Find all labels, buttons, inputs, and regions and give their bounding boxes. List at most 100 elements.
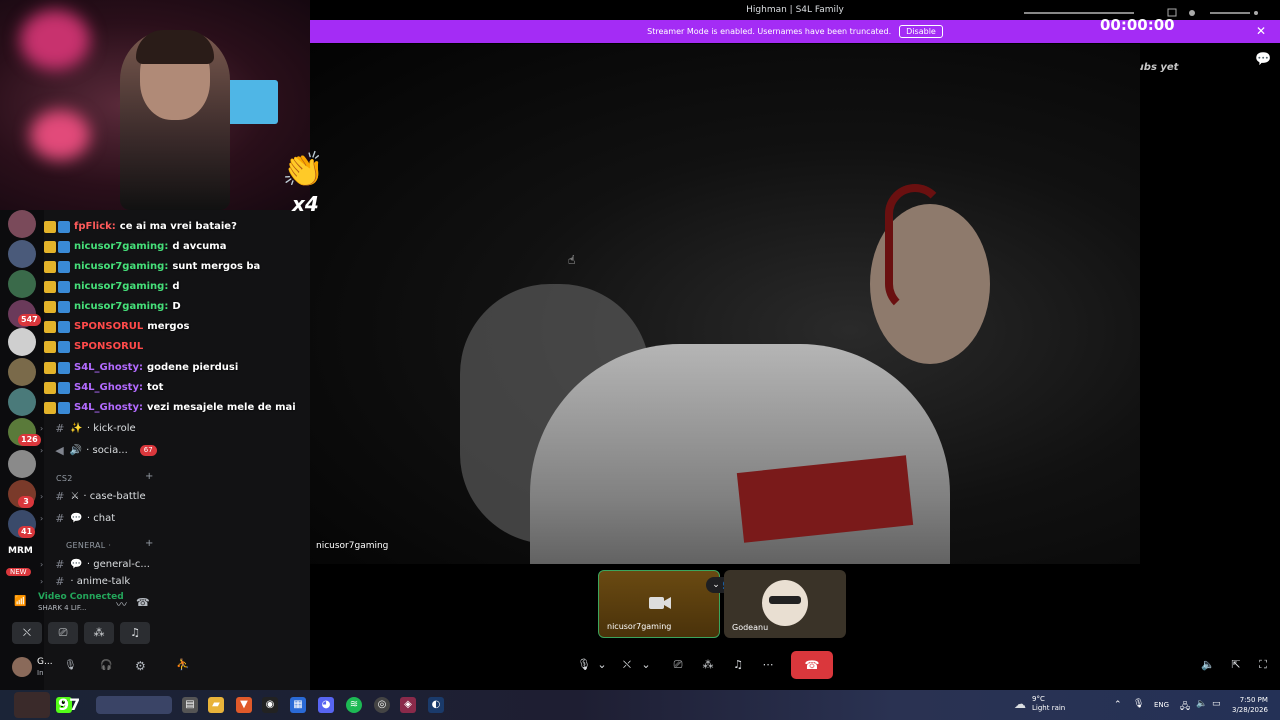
add-channel-icon[interactable]: + [145, 538, 153, 549]
brave-icon[interactable]: ▼ [236, 697, 252, 713]
more-options-icon[interactable]: ⋯ [760, 654, 776, 676]
channel-name: · chat [86, 512, 116, 524]
server-icon[interactable] [8, 240, 36, 268]
chat-badge-icon [44, 402, 56, 414]
chat-username: nicusor7gaming: [74, 301, 169, 312]
server-badge: 126 [18, 434, 41, 446]
channel-chat[interactable]: › # 💬 · chat [40, 508, 115, 528]
new-badge: NEW [6, 568, 31, 576]
chat-badge-icon [58, 362, 70, 374]
add-channel-icon[interactable]: + [145, 471, 153, 482]
chat-text: D [172, 301, 181, 312]
server-icon[interactable] [8, 450, 36, 478]
chat-badge-icon [58, 241, 70, 253]
fullscreen-icon[interactable]: ⛶ [1255, 654, 1271, 676]
channel-general-chat[interactable]: › # 💬 · general-c... [40, 554, 150, 574]
chat-text: ce ai ma vrei bataie? [119, 221, 237, 232]
main-video-label: nicusor7gaming [316, 541, 389, 551]
chat-message: SPONSORUL [44, 338, 147, 356]
soundboard-icon[interactable]: ♫ [120, 622, 150, 644]
main-video-stream[interactable] [310, 44, 1140, 564]
disconnect-icon[interactable]: ☎ [136, 596, 150, 609]
voice-status[interactable]: Video Connected [38, 592, 124, 602]
steam-icon[interactable]: ◐ [428, 697, 444, 713]
chat-message: nicusor7gaming: sunt mergos ba [44, 258, 260, 276]
activities-icon[interactable]: ⁂ [84, 622, 114, 644]
hang-up-button[interactable]: ☎ [791, 651, 833, 679]
popout-icon[interactable]: ⇱ [1228, 654, 1244, 676]
chat-bubble-icon[interactable]: 💬 [1255, 52, 1271, 67]
channel-name: · socia... [86, 444, 128, 456]
app-icon[interactable]: ◈ [400, 697, 416, 713]
chevron-down-icon[interactable]: ⌄ [640, 654, 652, 676]
activities-icon[interactable]: ⁂ [700, 654, 716, 676]
microphone-icon[interactable]: 🎙 [1133, 699, 1144, 709]
taskbar-search[interactable] [96, 696, 172, 714]
signal-icon[interactable]: 📶 [14, 596, 26, 607]
taskbar-avatar[interactable] [14, 692, 50, 718]
battery-icon[interactable]: ▭ [1212, 699, 1221, 709]
noise-suppression-icon[interactable]: 〰 [116, 596, 127, 612]
channel-kick-role[interactable]: › # ✨ · kick-role [40, 418, 136, 438]
participant-tile-godeanu[interactable]: Godeanu [724, 570, 846, 638]
network-icon[interactable]: 🖧 [1180, 699, 1190, 715]
add-friend-icon[interactable]: ⛹ [176, 658, 190, 671]
user-name[interactable]: G... [37, 657, 53, 667]
chevron-up-icon[interactable]: ⌃ [1114, 700, 1122, 710]
streamer-webcam [0, 0, 310, 210]
channel-anime-talk[interactable]: › # · anime-talk [40, 575, 130, 587]
spotify-icon[interactable]: ≋ [346, 697, 362, 713]
server-icon[interactable] [8, 210, 36, 238]
weather-temp: 9°C [1032, 695, 1045, 703]
mention-badge: 67 [139, 444, 157, 456]
chat-text: sunt mergos ba [172, 261, 261, 272]
volume-icon[interactable]: 🔈 [1200, 654, 1216, 676]
mouse-cursor-icon: ☝ [568, 253, 576, 267]
clock-time: 7:50 PM [1239, 696, 1268, 704]
voice-channel-name[interactable]: SHARK 4 LIF... [38, 604, 86, 612]
volume-icon[interactable]: 🔈 [1196, 699, 1207, 709]
chat-username: S4L_Ghosty: [74, 382, 143, 393]
screen-share-icon[interactable]: ⎚ [48, 622, 78, 644]
video-headphones [885, 184, 945, 314]
server-icon[interactable] [8, 328, 36, 356]
category-cs2[interactable]: CS2 [56, 474, 73, 483]
hash-icon: # [55, 575, 65, 587]
chat-badge-icon [44, 261, 56, 273]
store-icon[interactable]: ▦ [290, 697, 306, 713]
server-icon[interactable] [8, 388, 36, 416]
gear-icon[interactable]: ⚙ [135, 659, 146, 673]
server-mrm-label[interactable]: MRM [8, 546, 33, 556]
disable-streamer-mode-button[interactable]: Disable [899, 25, 943, 38]
weather-widget[interactable]: 9°C Light rain [1032, 695, 1065, 713]
chat-text: tot [146, 382, 164, 393]
soundboard-icon[interactable]: ♫ [730, 654, 746, 676]
discord-icon[interactable]: ◕ [318, 697, 334, 713]
obs-icon[interactable]: ◉ [262, 697, 278, 713]
category-general[interactable]: GENERAL · [66, 541, 111, 550]
server-icon[interactable] [8, 358, 36, 386]
weather-icon[interactable]: ☁ [1014, 697, 1026, 711]
file-explorer-icon[interactable]: ▰ [208, 697, 224, 713]
camera-off-icon[interactable]: ⛌ [12, 622, 42, 644]
screen-share-icon[interactable]: ⎚ [670, 654, 686, 676]
channel-case-battle[interactable]: › # ⚔ · case-battle [40, 486, 146, 506]
participant-tile-nicusor7gaming[interactable]: nicusor7gaming [598, 570, 720, 638]
task-view-icon[interactable]: ▤ [182, 697, 198, 713]
chat-badge-icon [44, 281, 56, 293]
chrome-icon[interactable]: ◎ [374, 697, 390, 713]
microphone-icon[interactable]: 🎙 [64, 660, 77, 671]
camera-off-icon[interactable]: ⛌ [618, 654, 636, 676]
clock[interactable]: 7:50 PM 3/28/2026 [1232, 695, 1268, 715]
chat-message: fpFlick: ce ai ma vrei bataie? [44, 218, 237, 236]
chat-badge-icon [58, 402, 70, 414]
microphone-icon[interactable]: 🎙 [576, 654, 592, 676]
server-icon[interactable] [8, 270, 36, 298]
language-indicator[interactable]: ENG [1154, 701, 1169, 709]
chevron-down-icon[interactable]: ⌄ [596, 654, 608, 676]
close-icon[interactable]: ✕ [1256, 24, 1266, 38]
voice-connected-panel: 📶 Video Connected SHARK 4 LIF... 〰 ☎ ⛌ ⎚… [8, 590, 158, 650]
channel-social[interactable]: › ◀ 🔊 · socia... 67 [40, 440, 157, 460]
avatar[interactable] [12, 657, 32, 677]
headphones-icon[interactable]: 🎧 [100, 660, 112, 671]
